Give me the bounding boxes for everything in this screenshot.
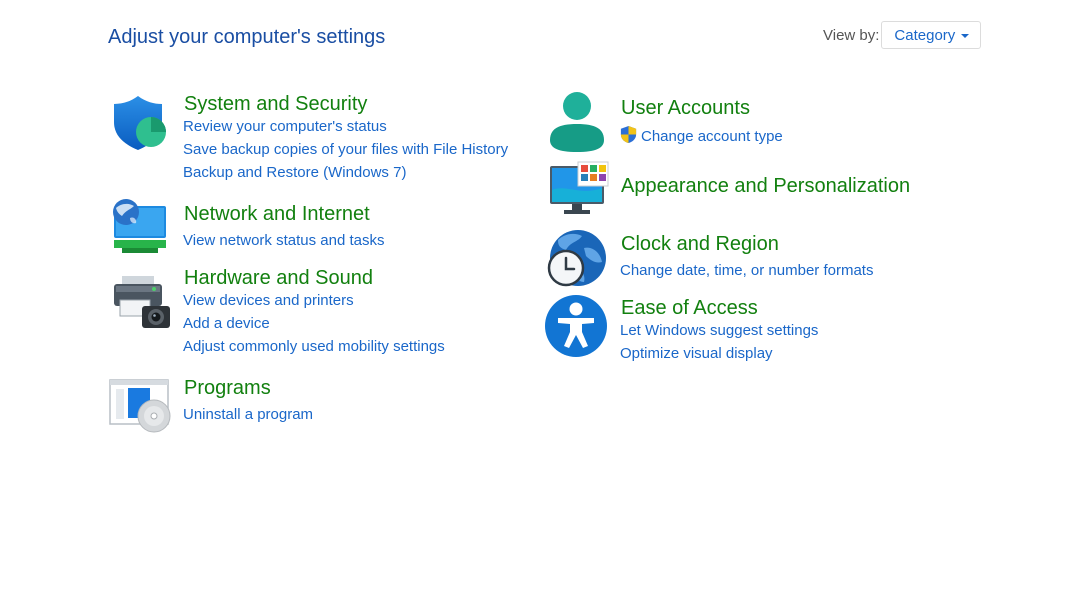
category-title[interactable]: Ease of Access bbox=[621, 296, 758, 320]
category-title[interactable]: Network and Internet bbox=[184, 202, 370, 226]
category-title[interactable]: Programs bbox=[184, 376, 271, 400]
chevron-down-icon bbox=[961, 33, 970, 38]
category-link[interactable]: Let Windows suggest settings bbox=[620, 321, 818, 341]
printer-camera-icon bbox=[114, 276, 170, 328]
category-title[interactable]: System and Security bbox=[184, 92, 367, 116]
monitor-tiles-icon bbox=[550, 161, 609, 214]
change-account-type-link[interactable]: Change account type bbox=[619, 125, 783, 147]
category-link[interactable]: View devices and printers bbox=[183, 291, 354, 311]
view-by-label: View by: bbox=[823, 26, 880, 44]
category-link[interactable]: Review your computer's status bbox=[183, 117, 387, 137]
view-by-control: View by: Category bbox=[823, 21, 982, 49]
category-link[interactable]: Save backup copies of your files with Fi… bbox=[183, 140, 508, 160]
category-link[interactable]: Adjust commonly used mobility settings bbox=[183, 337, 445, 357]
category-link[interactable]: Add a device bbox=[183, 314, 270, 334]
globe-clock-icon bbox=[547, 230, 606, 287]
view-by-dropdown[interactable]: Category bbox=[881, 21, 982, 49]
category-title[interactable]: Appearance and Personalization bbox=[621, 174, 910, 198]
user-icon bbox=[550, 92, 604, 152]
network-globe-monitor-icon bbox=[113, 199, 166, 253]
accessibility-icon bbox=[545, 295, 607, 357]
category-link[interactable]: Uninstall a program bbox=[183, 405, 313, 425]
category-link[interactable]: Optimize visual display bbox=[620, 344, 773, 364]
security-shield-icon bbox=[114, 96, 166, 150]
program-disc-icon bbox=[109, 379, 171, 433]
view-by-value: Category bbox=[894, 26, 956, 44]
category-link[interactable]: View network status and tasks bbox=[183, 231, 385, 251]
category-title[interactable]: Hardware and Sound bbox=[184, 266, 373, 290]
category-link-label: Change account type bbox=[641, 128, 783, 145]
uac-shield-icon bbox=[620, 125, 637, 144]
category-title[interactable]: User Accounts bbox=[621, 96, 750, 120]
category-title[interactable]: Clock and Region bbox=[621, 232, 779, 256]
category-link[interactable]: Change date, time, or number formats bbox=[620, 261, 873, 281]
page-title: Adjust your computer's settings bbox=[108, 26, 386, 48]
category-link[interactable]: Backup and Restore (Windows 7) bbox=[183, 163, 406, 183]
